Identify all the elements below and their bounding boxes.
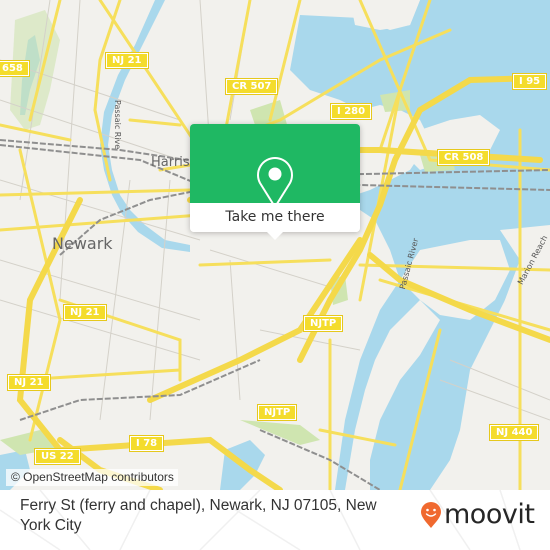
- location-popup: Take me there: [190, 124, 360, 240]
- route-shield-nj21: NJ 21: [8, 375, 50, 390]
- route-shield-i95: I 95: [513, 74, 547, 89]
- route-shield-njtp: NJTP: [304, 316, 343, 331]
- map-pin-icon: [257, 157, 293, 208]
- route-shield-njtp: NJTP: [258, 405, 297, 420]
- moovit-logo[interactable]: moovit: [420, 499, 535, 530]
- route-shield-cr508: CR 508: [438, 150, 490, 165]
- route-shield-cr507: CR 507: [226, 79, 278, 94]
- route-shield-658: 658: [0, 61, 29, 76]
- footer: Ferry St (ferry and chapel), Newark, NJ …: [0, 490, 550, 550]
- route-shield-nj21: NJ 21: [64, 305, 106, 320]
- popup-header: [190, 124, 360, 208]
- route-shield-i78: I 78: [130, 436, 164, 451]
- route-shield-nj440: NJ 440: [490, 425, 539, 440]
- place-label-harrison: Harris: [151, 155, 190, 170]
- map-attribution[interactable]: © OpenStreetMap contributors: [6, 469, 178, 486]
- moovit-wordmark: moovit: [444, 499, 535, 530]
- route-shield-nj21: NJ 21: [106, 53, 148, 68]
- moovit-pin-icon: [421, 502, 441, 528]
- park-green-3: [240, 420, 320, 445]
- route-shield-us22: US 22: [35, 449, 80, 464]
- place-label-newark: Newark: [52, 234, 113, 253]
- river-label-passaic-1: Passaic Rive: [113, 100, 122, 150]
- location-address: Ferry St (ferry and chapel), Newark, NJ …: [20, 497, 377, 534]
- popup-pointer: [267, 232, 283, 240]
- route-shield-i280: I 280: [331, 104, 372, 119]
- map-view[interactable]: Newark Harris Passaic Rive Passaic River…: [0, 0, 550, 490]
